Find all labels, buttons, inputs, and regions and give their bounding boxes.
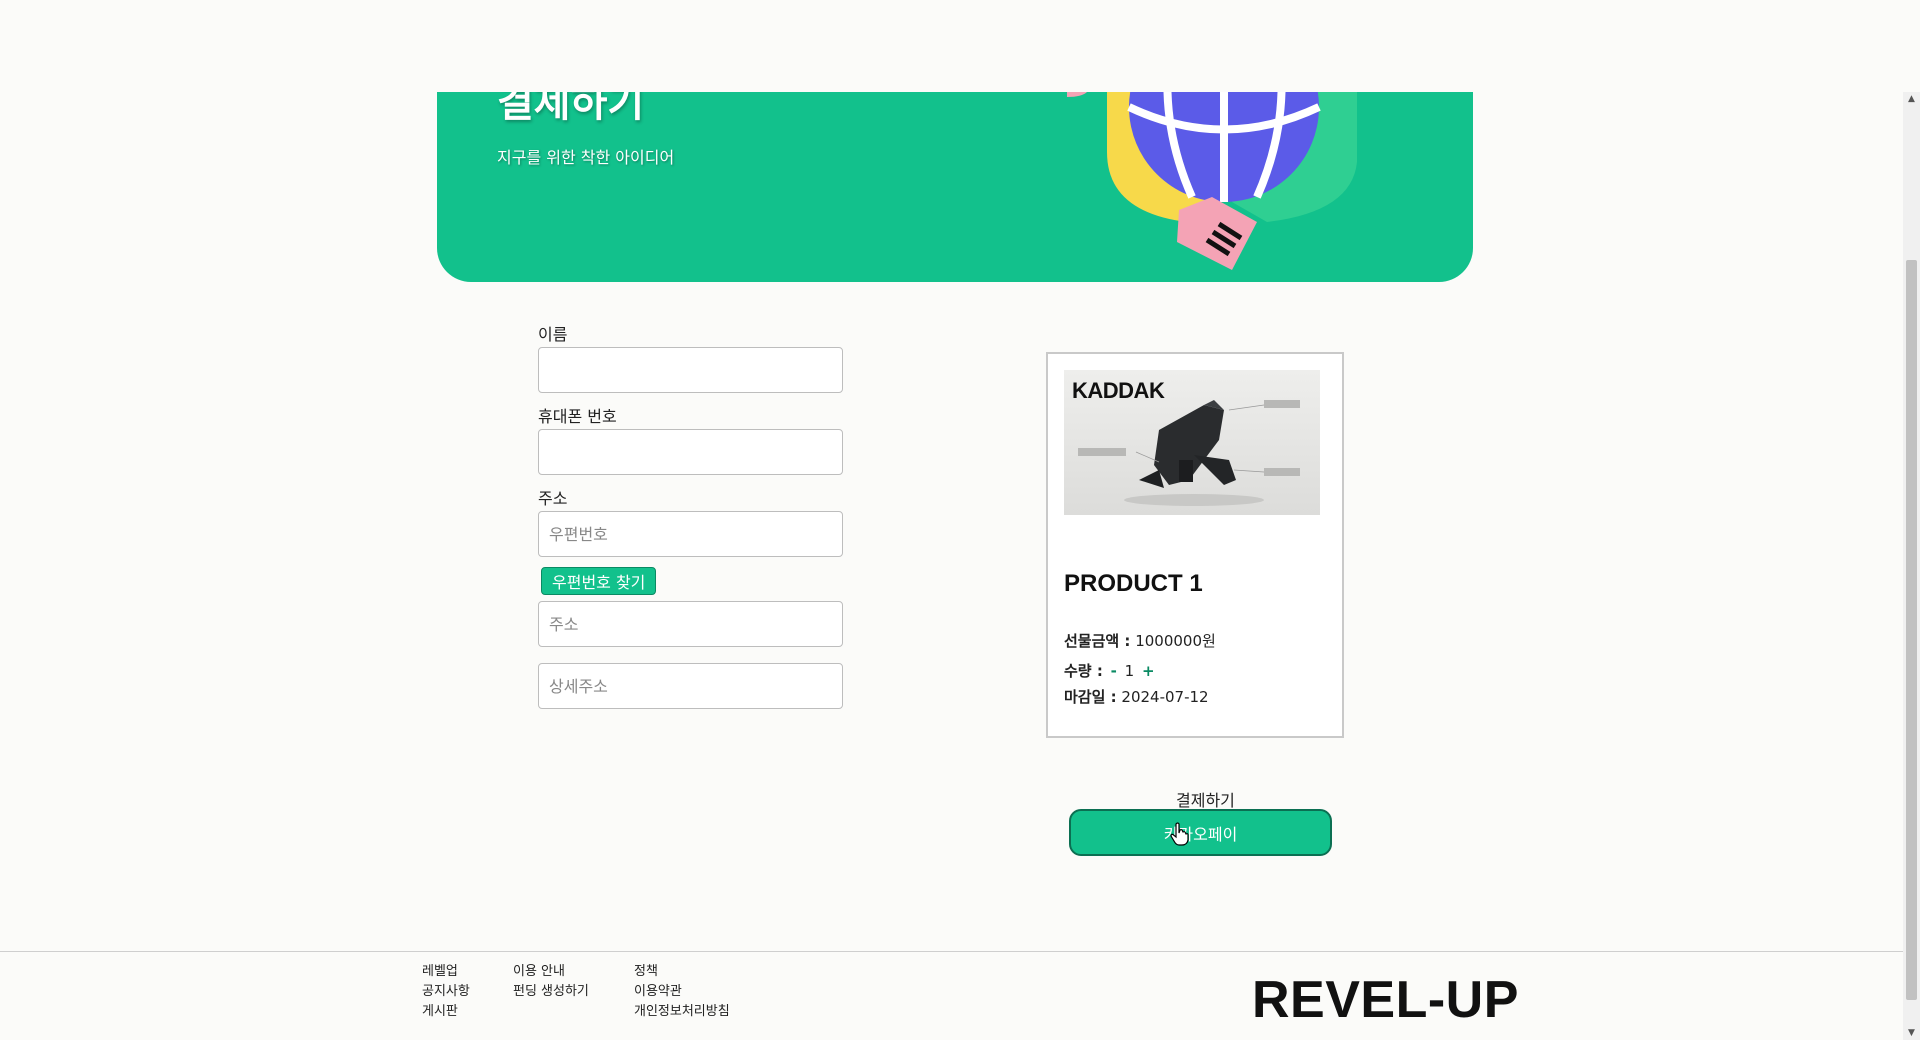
page-title: 결제하기 <box>497 92 645 126</box>
find-postcode-button[interactable]: 우편번호 찾기 <box>541 567 657 595</box>
price-value: 1000000원 <box>1135 632 1216 650</box>
car-phone-holder-graphic <box>1078 400 1300 506</box>
address-input[interactable] <box>538 601 843 647</box>
product-name: PRODUCT 1 <box>1064 570 1203 597</box>
footer-divider <box>0 951 1903 952</box>
quantity-line: 수량 : - 1 + <box>1064 660 1158 681</box>
footer-column-1: 레벨업 공지사항 게시판 <box>422 962 470 1022</box>
footer-link-create-funding[interactable]: 펀딩 생성하기 <box>513 982 589 1002</box>
footer-link-levelup[interactable]: 레벨업 <box>422 962 470 982</box>
footer-link-terms[interactable]: 이용약관 <box>634 982 730 1002</box>
name-input[interactable] <box>538 347 843 393</box>
quantity-value: 1 <box>1124 662 1135 680</box>
footer-link-privacy[interactable]: 개인정보처리방침 <box>634 1002 730 1022</box>
phone-input[interactable] <box>538 429 843 475</box>
footer-link-board[interactable]: 게시판 <box>422 1002 470 1022</box>
deadline-label: 마감일 : <box>1064 688 1117 706</box>
price-line: 선물금액 : 1000000원 <box>1064 630 1216 651</box>
postcode-input[interactable] <box>538 511 843 557</box>
scrollbar-thumb[interactable] <box>1906 260 1917 1000</box>
footer-link-notice[interactable]: 공지사항 <box>422 982 470 1002</box>
deadline-line: 마감일 : 2024-07-12 <box>1064 686 1209 707</box>
address-label: 주소 <box>538 489 568 508</box>
phone-label: 휴대폰 번호 <box>538 407 617 426</box>
globe-handshake-illustration <box>1067 92 1357 270</box>
footer-link-policy[interactable]: 정책 <box>634 962 730 982</box>
scroll-down-arrow-icon[interactable]: ▼ <box>1903 1026 1920 1040</box>
quantity-decrease-button[interactable]: - <box>1108 662 1120 680</box>
scroll-up-arrow-icon[interactable]: ▲ <box>1903 92 1920 106</box>
kakaopay-button[interactable]: 카카오페이 <box>1069 809 1332 856</box>
footer-logo: REVEL-UP <box>1252 971 1519 1029</box>
product-image: KADDAK <box>1064 370 1320 515</box>
footer-link-guide[interactable]: 이용 안내 <box>513 962 589 982</box>
footer-column-2: 이용 안내 펀딩 생성하기 <box>513 962 589 1002</box>
checkout-label: 결제하기 <box>1176 791 1235 810</box>
quantity-label: 수량 : <box>1064 662 1103 680</box>
order-form: 이름 휴대폰 번호 주소 우편번호 찾기 <box>538 325 843 709</box>
page-scrollbar[interactable]: ▲ ▼ <box>1903 92 1920 1040</box>
price-label: 선물금액 : <box>1064 632 1131 650</box>
detail-address-input[interactable] <box>538 663 843 709</box>
hero-banner: 결제하기 지구를 위한 착한 아이디어 <box>437 92 1473 282</box>
name-label: 이름 <box>538 325 568 344</box>
hero-subtitle: 지구를 위한 착한 아이디어 <box>497 148 675 167</box>
product-card: KADDAK PRODUCT 1 선물금액 : 1000000원 수량 : - … <box>1046 352 1344 738</box>
footer-column-3: 정책 이용약관 개인정보처리방침 <box>634 962 730 1022</box>
deadline-value: 2024-07-12 <box>1121 688 1209 706</box>
quantity-increase-button[interactable]: + <box>1139 662 1158 680</box>
